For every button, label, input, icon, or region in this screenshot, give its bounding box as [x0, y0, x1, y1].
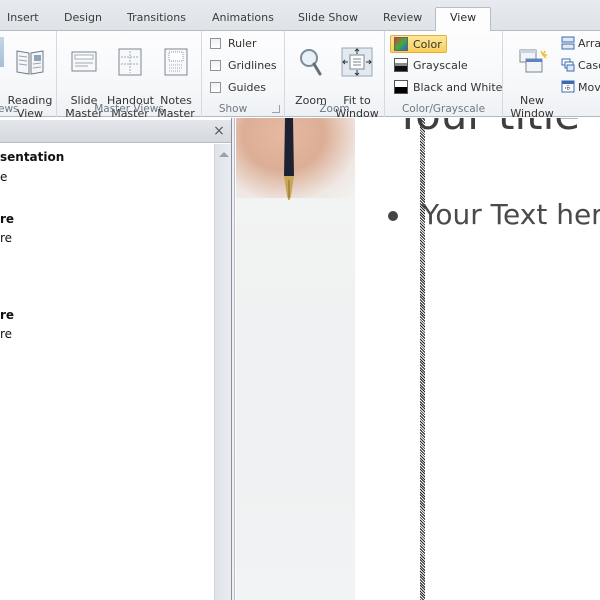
- book-icon: [16, 50, 44, 75]
- outline-pane-header: ×: [0, 120, 231, 143]
- bullet-icon: [388, 211, 398, 221]
- ribbon-tab-strip: Insert Design Transitions Animations Sli…: [0, 0, 600, 32]
- gridlines-checkbox[interactable]: Gridlines: [210, 57, 277, 75]
- normal-view-icon-partial: [0, 37, 4, 67]
- grayscale-button[interactable]: Grayscale: [394, 57, 468, 75]
- cascade-label: Casc: [578, 59, 600, 72]
- ruler-label: Ruler: [228, 37, 257, 50]
- new-window-icon: [519, 49, 547, 73]
- notes-master-icon: [164, 48, 188, 76]
- close-icon[interactable]: ×: [211, 122, 227, 140]
- outline-slide-text[interactable]: e: [0, 170, 7, 184]
- slide-master-icon: [71, 51, 97, 72]
- ruler-checkbox[interactable]: Ruler: [210, 35, 256, 53]
- cascade-button[interactable]: Casc: [561, 57, 600, 75]
- group-zoom: Zoom Fit to Window Zoom: [285, 31, 385, 120]
- group-color-grayscale: Color Grayscale Black and White Color/Gr…: [385, 31, 503, 117]
- tab-animations[interactable]: Animations: [212, 8, 274, 31]
- guides-label: Guides: [228, 81, 267, 94]
- scroll-up-arrow-icon[interactable]: [219, 152, 229, 157]
- group-presentation-views: Reading View ews: [0, 31, 57, 120]
- arrange-all-button[interactable]: Arra: [561, 35, 600, 53]
- outline-pane: × sentation e re re re re: [0, 118, 231, 600]
- group-label-color-grayscale: Color/Grayscale: [401, 103, 486, 115]
- grayscale-swatch-icon: [394, 58, 408, 72]
- group-label-zoom: Zoom: [319, 103, 350, 115]
- outline-slide-title[interactable]: re: [0, 212, 14, 226]
- fountain-pen-icon: [284, 118, 294, 200]
- arrange-all-icon: [561, 36, 575, 50]
- handout-master-icon: [118, 48, 142, 76]
- color-swatch-icon: [394, 37, 408, 51]
- dialog-launcher-icon[interactable]: [272, 105, 280, 113]
- writing-hand-photo: [236, 118, 355, 600]
- grayscale-label: Grayscale: [413, 59, 468, 72]
- ruler-checkbox-box[interactable]: [210, 38, 221, 49]
- guides-checkbox-box[interactable]: [210, 82, 221, 93]
- group-label-show: Show: [218, 103, 248, 115]
- color-button[interactable]: Color: [390, 35, 447, 53]
- gridlines-label: Gridlines: [228, 59, 277, 72]
- zoom-button[interactable]: Zoom: [291, 34, 331, 107]
- gridlines-checkbox-box[interactable]: [210, 60, 221, 71]
- tab-transitions[interactable]: Transitions: [127, 8, 186, 31]
- tab-slide-show[interactable]: Slide Show: [298, 8, 358, 31]
- guides-checkbox[interactable]: Guides: [210, 79, 266, 97]
- new-window-label: New Window: [510, 94, 554, 120]
- group-label-presentation-views: ews: [0, 103, 19, 115]
- outline-vertical-scrollbar[interactable]: [214, 144, 231, 600]
- move-split-icon: [561, 80, 575, 93]
- color-label: Color: [413, 38, 442, 51]
- arrange-all-label: Arra: [578, 37, 600, 50]
- move-split-button[interactable]: Mov: [561, 79, 600, 97]
- slide-title[interactable]: Your title: [395, 118, 580, 139]
- black-white-swatch-icon: [394, 80, 408, 94]
- ribbon: Reading View ews Slide Master Handout Ma…: [0, 31, 600, 120]
- tab-review[interactable]: Review: [383, 8, 422, 31]
- move-split-label: Mov: [578, 81, 600, 94]
- tab-view[interactable]: View: [435, 7, 492, 32]
- outline-slide-title[interactable]: re: [0, 308, 14, 322]
- cascade-icon: [561, 58, 575, 72]
- group-master-views: Slide Master Handout Master Notes Master…: [57, 31, 202, 120]
- black-and-white-label: Black and White: [413, 81, 503, 94]
- group-window: New Window Arra Casc Mov W: [503, 31, 600, 120]
- group-label-window: W: [578, 103, 600, 115]
- placeholder-guide-border: [420, 118, 425, 600]
- slide-canvas[interactable]: Your title Your Text here: [235, 118, 600, 600]
- new-window-button[interactable]: New Window: [507, 34, 557, 120]
- fit-to-window-icon: [341, 47, 373, 77]
- outline-slide-text[interactable]: re: [0, 327, 12, 341]
- magnifier-icon: [300, 49, 322, 76]
- group-show: Ruler Gridlines Guides Show: [202, 31, 285, 117]
- outline-slide-text[interactable]: re: [0, 231, 12, 245]
- slide-body-text[interactable]: Your Text here: [422, 198, 600, 231]
- group-label-master-views: Master Views: [94, 103, 164, 115]
- outline-slide-title[interactable]: sentation: [0, 150, 64, 164]
- tab-design[interactable]: Design: [64, 8, 102, 31]
- black-and-white-button[interactable]: Black and White: [394, 79, 502, 97]
- tab-insert[interactable]: Insert: [7, 8, 39, 31]
